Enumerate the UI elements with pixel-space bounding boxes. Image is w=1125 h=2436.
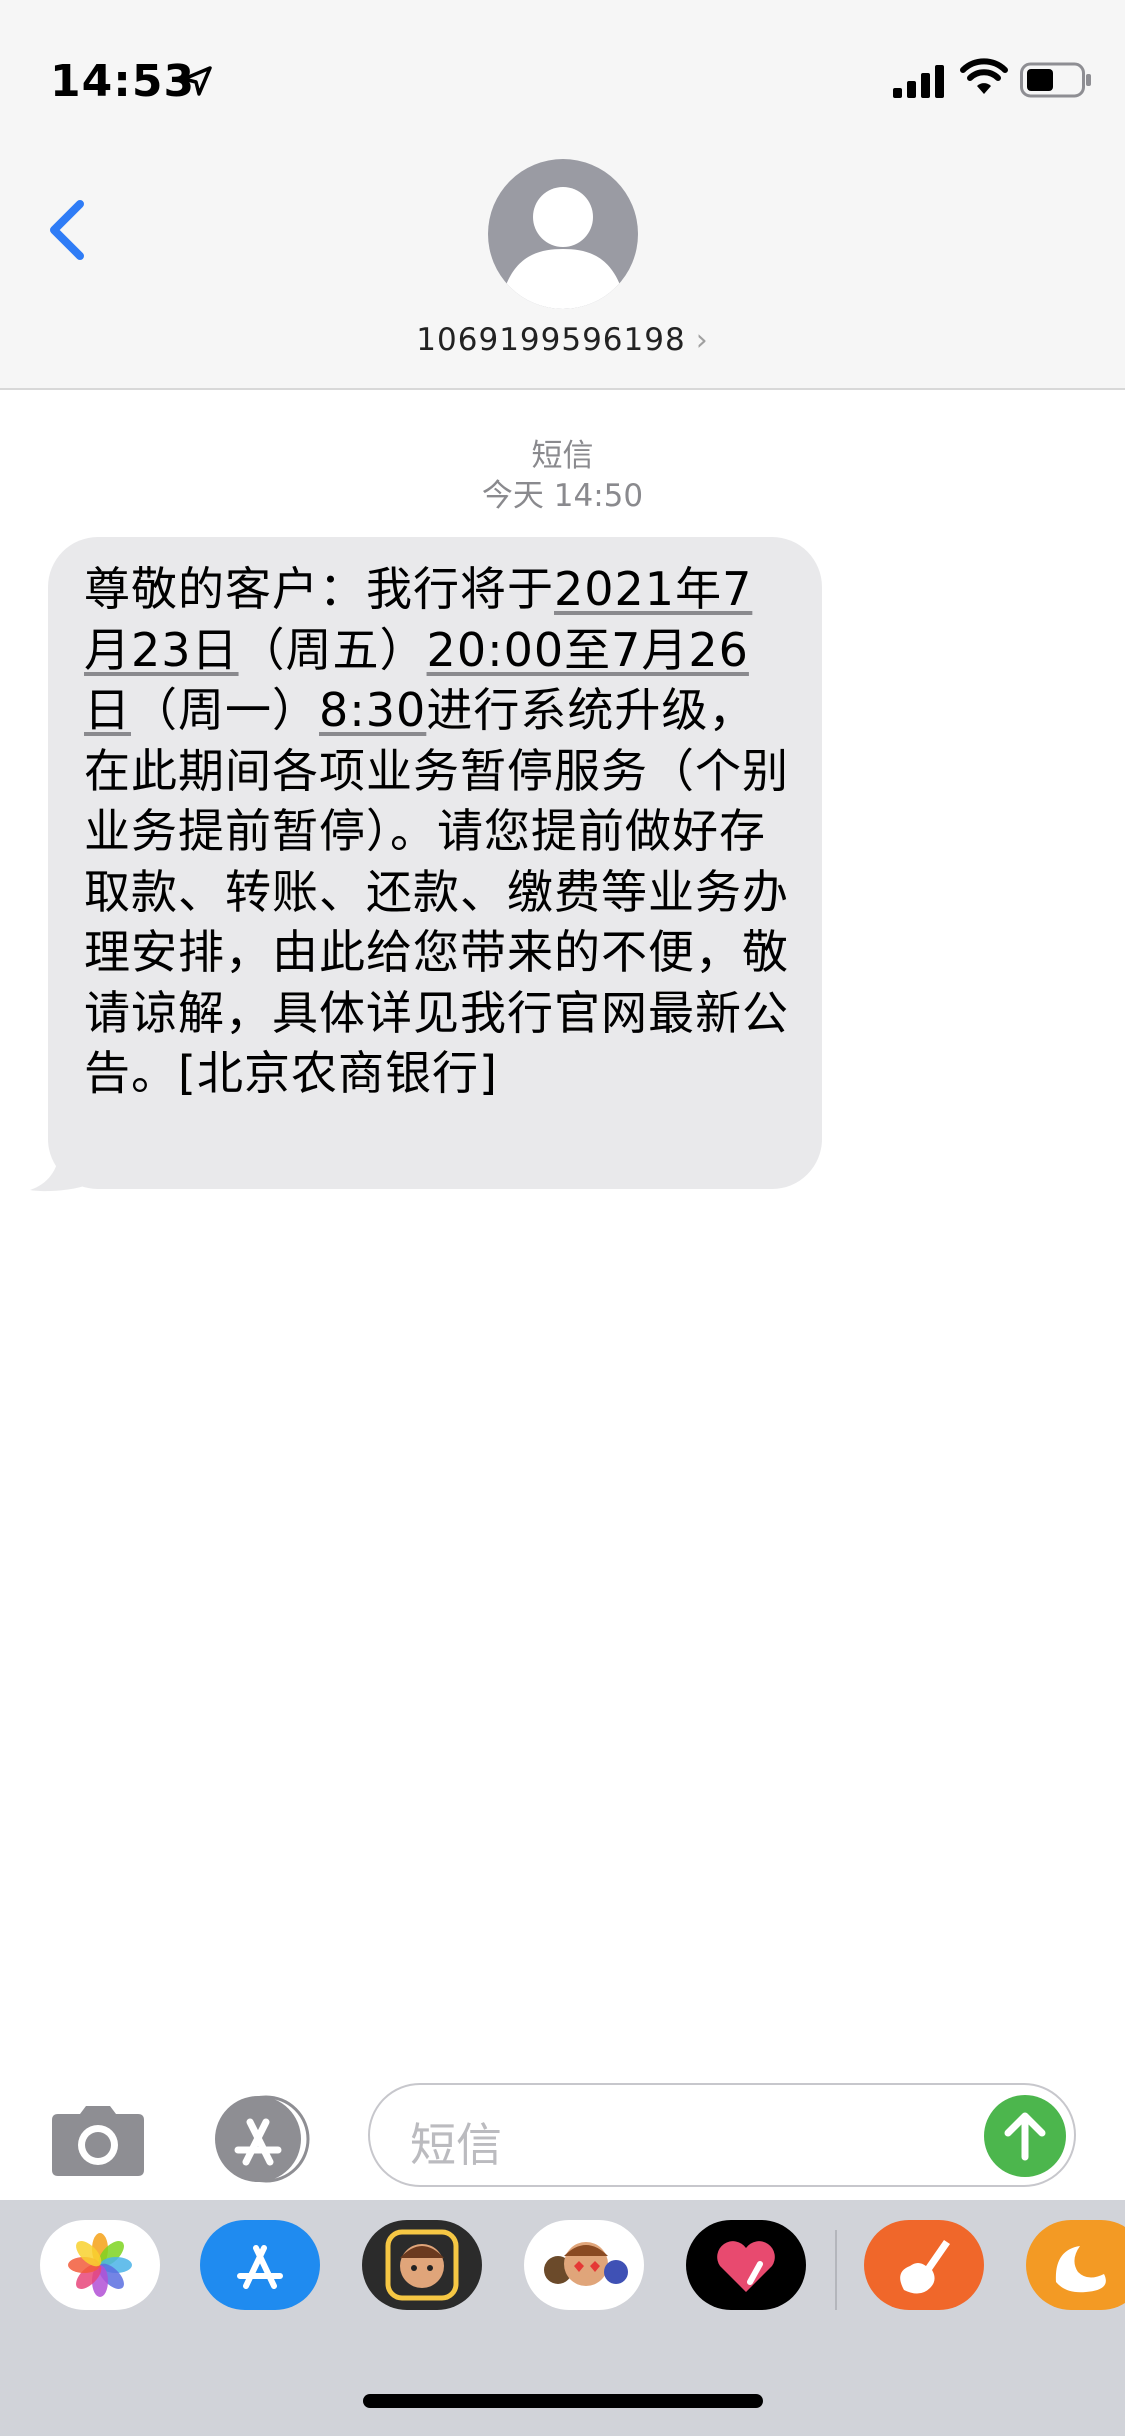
person-silhouette-icon (506, 187, 620, 309)
back-chevron-icon[interactable] (40, 190, 100, 270)
message-service-label: 短信 (531, 438, 594, 474)
chevron-right-icon: › (695, 323, 709, 358)
app-store-app-icon[interactable] (200, 2220, 320, 2310)
conversation-header: 1069199596198 › (0, 135, 1125, 390)
send-button[interactable] (984, 2095, 1066, 2177)
arrow-up-icon (1004, 2112, 1046, 2161)
location-arrow-icon (182, 66, 212, 96)
drawer-divider (835, 2230, 837, 2310)
uc-browser-app-icon[interactable] (1026, 2220, 1125, 2310)
digital-touch-icon (717, 2241, 775, 2292)
message-text-weekday: （周五） (238, 622, 427, 677)
incoming-message-bubble[interactable]: 尊敬的客户：我行将于2021年7月23日（周五）20:00至7月26日（周一）8… (48, 537, 822, 1189)
contact-number: 1069199596198 (416, 322, 686, 358)
animoji-stickers-icon (544, 2242, 628, 2286)
contact-avatar[interactable] (488, 159, 638, 309)
message-input[interactable]: 短信 (368, 2083, 1076, 2187)
message-input-placeholder: 短信 (410, 2118, 502, 2172)
message-text[interactable]: 尊敬的客户：我行将于2021年7月23日（周五）20:00至7月26日（周一）8… (84, 559, 792, 1104)
message-text-weekday: （周一） (131, 683, 319, 737)
status-time: 14:53 (50, 56, 196, 107)
memoji-app-icon[interactable] (362, 2220, 482, 2310)
message-timestamp: 今天 14:50 (481, 478, 644, 514)
app-store-icon[interactable] (208, 2094, 318, 2184)
message-text-intro: 尊敬的客户：我行将于 (84, 562, 554, 616)
battery-icon (1020, 62, 1091, 98)
cellular-signal-icon (893, 65, 944, 98)
photos-app-icon[interactable] (40, 2220, 160, 2310)
garageband-icon (900, 2240, 950, 2294)
camera-icon[interactable] (50, 2102, 146, 2178)
photos-icon (68, 2233, 132, 2297)
uc-browser-icon (1055, 2246, 1106, 2293)
message-composer: 短信 (0, 2080, 1125, 2200)
time-link[interactable]: 8:30 (319, 683, 426, 737)
app-store-icon (237, 2245, 283, 2289)
garageband-app-icon[interactable] (864, 2220, 984, 2310)
memoji-icon (385, 2229, 459, 2301)
wifi-icon (960, 58, 1008, 94)
home-indicator (363, 2394, 763, 2408)
animoji-stickers-app-icon[interactable] (524, 2220, 644, 2310)
message-text-body: 进行系统升级，在此期间各项业务暂停服务（个别业务提前暂停）。请您提前做好存取款、… (84, 683, 789, 1100)
digital-touch-app-icon[interactable] (686, 2220, 806, 2310)
contact-number-button[interactable]: 1069199596198 › (0, 322, 1125, 358)
status-bar: 14:53 (0, 0, 1125, 135)
